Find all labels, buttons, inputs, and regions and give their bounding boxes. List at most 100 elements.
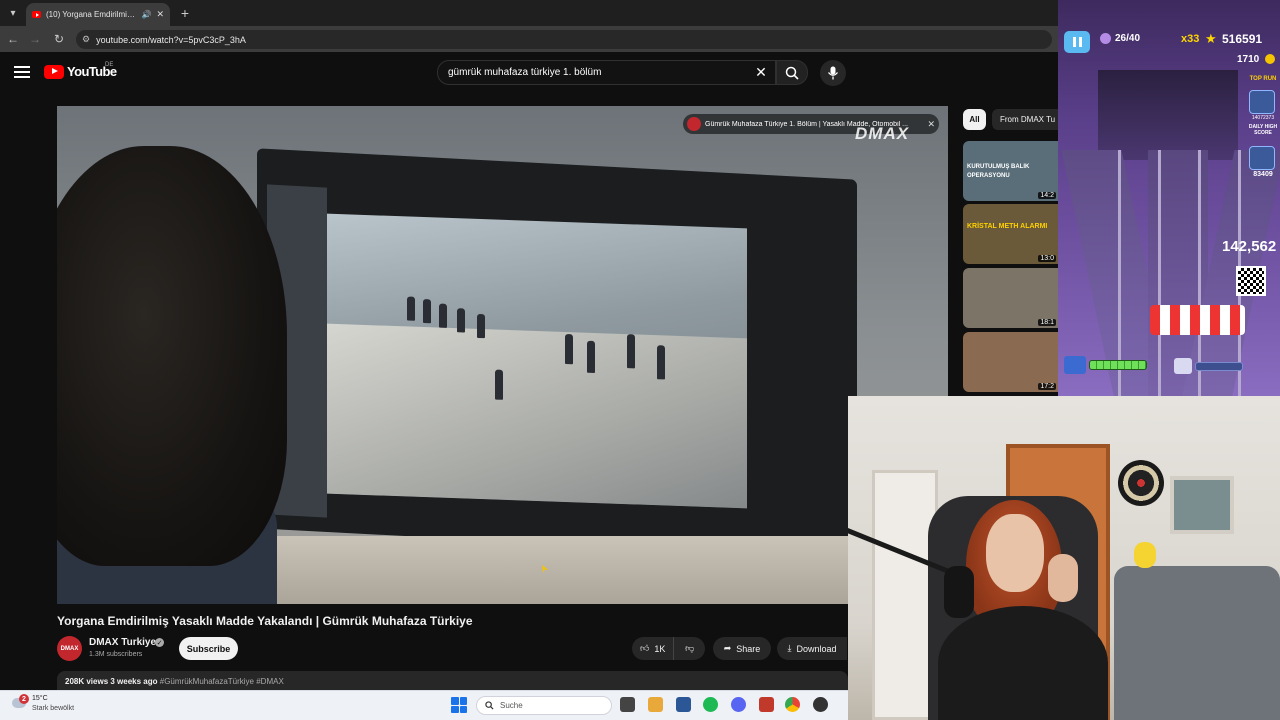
weather-description[interactable]: Stark bewölkt — [32, 705, 74, 712]
video-duration: 17:2 — [1038, 383, 1056, 390]
taskbar-search-placeholder: Suche — [500, 701, 523, 710]
windows-start-icon[interactable] — [451, 697, 467, 713]
voice-search-button[interactable] — [820, 60, 846, 86]
webcam-microphone — [944, 566, 974, 618]
powerup-fill — [1089, 360, 1147, 370]
search-button[interactable] — [776, 60, 808, 85]
thumbs-down-icon: 👎︎ — [685, 643, 695, 653]
thumbnail-caption: KRİSTAL METH ALARMI — [967, 223, 1048, 230]
game-mission-progress: 26/40 — [1100, 33, 1140, 44]
runner-icon — [1249, 146, 1275, 170]
video-person — [627, 334, 635, 369]
subscriber-count: 1.3M subscribers — [89, 651, 143, 658]
store-icon[interactable] — [676, 697, 691, 712]
menu-icon[interactable] — [14, 64, 30, 80]
channel-avatar[interactable]: DMAX — [57, 636, 82, 661]
powerup-fill-secondary — [1195, 361, 1243, 371]
webcam-dartboard — [1118, 460, 1164, 506]
search-query: gümrük muhafaza türkiye 1. bölüm — [448, 67, 602, 78]
video-surveillance-screen — [327, 213, 747, 509]
tab-close-icon[interactable]: ✕ — [156, 9, 164, 20]
filter-chip-all[interactable]: All — [963, 109, 986, 130]
youtube-play-logo-icon — [44, 64, 64, 79]
download-icon: ⤓ — [787, 643, 792, 653]
video-title: Yorgana Emdirilmiş Yasaklı Madde Yakalan… — [57, 614, 473, 628]
weather-temperature[interactable]: 15°C — [32, 695, 48, 702]
webcam-picture-frame — [1170, 476, 1234, 534]
upload-age: 3 weeks ago — [110, 677, 158, 686]
star-icon: ★ — [1205, 31, 1217, 46]
obs-icon[interactable] — [813, 697, 828, 712]
forward-icon[interactable]: → — [26, 30, 44, 48]
recommended-video-thumbnail[interactable]: 17:2 — [963, 332, 1058, 392]
game-barrier — [1150, 305, 1245, 335]
mission-progress-text: 26/40 — [1115, 33, 1141, 44]
download-button[interactable]: ⤓ Download — [777, 637, 847, 660]
coin-icon — [1265, 54, 1275, 64]
video-duration: 18:1 — [1038, 319, 1056, 326]
tab-menu-icon[interactable]: ▾ — [4, 4, 22, 22]
video-player[interactable]: Gümrük Muhafaza Türkiye 1. Bölüm | Yasak… — [57, 106, 948, 604]
recommended-video-thumbnail[interactable]: KURUTULMUŞ BALIK OPERASYONU 14:2 — [963, 141, 1058, 201]
like-button[interactable]: 👍︎ 1K — [632, 637, 675, 660]
game-distance: 142,562 — [1222, 238, 1277, 255]
video-person — [407, 296, 415, 321]
channel-name[interactable]: DMAX Turkiye — [89, 637, 156, 648]
recommended-video-thumbnail[interactable]: KRİSTAL METH ALARMI 13:0 — [963, 204, 1058, 264]
hashtags[interactable]: #GümrükMuhafazaTürkiye #DMAX — [160, 677, 284, 686]
search-icon — [785, 66, 799, 80]
tab-title: (10) Yorgana Emdirilmiş Yas... — [46, 10, 136, 19]
address-bar[interactable]: ⚙ youtube.com/watch?v=5pvC3cP_3hA — [76, 30, 1052, 49]
share-label: Share — [736, 643, 761, 654]
dislike-button[interactable]: 👎︎ — [674, 637, 705, 660]
country-code: DE — [105, 62, 114, 68]
search-icon — [485, 701, 494, 710]
video-duration: 14:2 — [1038, 192, 1056, 199]
mic-icon — [827, 66, 839, 80]
game-rail — [1158, 150, 1161, 396]
close-icon[interactable]: ✕ — [927, 119, 935, 130]
video-person — [439, 303, 447, 328]
powerup-meter — [1064, 356, 1152, 374]
webcam-streamer-body — [938, 606, 1108, 720]
spotify-icon[interactable] — [703, 697, 718, 712]
skull-icon — [1100, 33, 1111, 44]
discord-icon[interactable] — [731, 697, 746, 712]
reload-icon[interactable]: ↻ — [50, 30, 68, 48]
weather-notification-badge: 2 — [19, 694, 29, 704]
browser-tab[interactable]: (10) Yorgana Emdirilmiş Yas... 🔊 ✕ — [26, 3, 170, 26]
video-person — [423, 299, 431, 324]
filter-chip-from-channel[interactable]: From DMAX Tu — [992, 109, 1058, 130]
video-duration: 13:0 — [1038, 255, 1056, 262]
game-score: 516591 — [1222, 32, 1263, 46]
webcam-streamer-hand — [1048, 554, 1078, 602]
file-explorer-icon[interactable] — [648, 697, 663, 712]
new-tab-button[interactable]: + — [176, 4, 194, 22]
dmax-watermark-logo: DMAX — [855, 124, 910, 143]
top-run-avatar-icon — [1249, 90, 1275, 114]
qr-code-icon — [1236, 266, 1266, 296]
taskbar-search-box[interactable]: Suche — [476, 696, 612, 715]
daily-high-score-label: DAILY HIGH SCORE — [1248, 124, 1278, 136]
clear-icon[interactable]: ✕ — [752, 63, 770, 81]
download-label: Download — [796, 643, 837, 654]
share-button[interactable]: ➦ Share — [713, 637, 771, 660]
video-airport-floor — [327, 323, 747, 509]
search-input[interactable]: gümrük muhafaza türkiye 1. bölüm — [437, 60, 776, 85]
recommended-video-thumbnail[interactable]: 18:1 — [963, 268, 1058, 328]
back-icon[interactable]: ← — [4, 30, 22, 48]
subscribe-button[interactable]: Subscribe — [179, 637, 238, 660]
webcam-overlay — [848, 396, 1280, 720]
like-count: 1K — [654, 643, 666, 654]
score-multiplier: x33 — [1181, 33, 1200, 45]
daily-high-score: 83409 — [1253, 171, 1273, 178]
chrome-icon[interactable] — [785, 697, 800, 712]
task-view-icon[interactable] — [620, 697, 635, 712]
streaming-app-icon[interactable] — [759, 697, 774, 712]
pause-icon[interactable] — [1064, 31, 1090, 53]
audio-icon[interactable]: 🔊 — [141, 10, 151, 19]
video-person — [477, 313, 485, 339]
webcam-plush-toy — [1134, 542, 1156, 568]
video-person — [457, 308, 465, 333]
site-info-icon[interactable]: ⚙ — [82, 34, 90, 45]
